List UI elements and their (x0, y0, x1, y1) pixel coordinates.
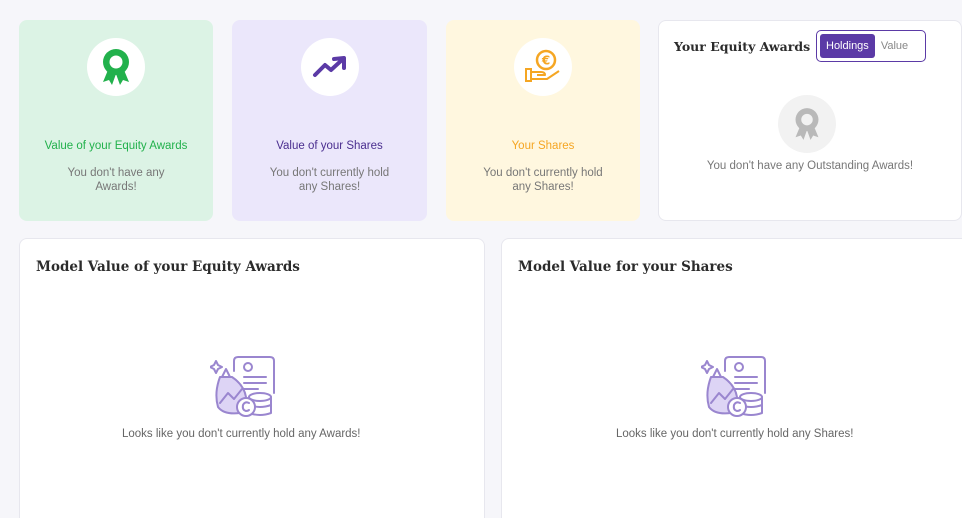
trending-up-icon (300, 38, 359, 96)
investment-illustration-icon (209, 353, 280, 421)
shares-value-card: Value of your Shares You don't currently… (232, 20, 427, 221)
value-toggle-option[interactable]: Value (875, 34, 914, 58)
panel-title: Model Value of your Equity Awards (36, 259, 300, 275)
holdings-toggle-option[interactable]: Holdings (820, 34, 875, 58)
card-title: Value of your Equity Awards (44, 140, 188, 152)
equity-awards-value-card: Value of your Equity Awards You don't ha… (19, 20, 213, 221)
panel-title: Your Equity Awards (674, 39, 811, 54)
card-subtitle: You don't currently hold any Shares! (483, 167, 603, 193)
card-subtitle: You don't have any Awards! (67, 167, 165, 193)
svg-text:€: € (541, 54, 550, 68)
holdings-value-toggle[interactable]: Holdings Value (816, 30, 926, 62)
card-subtitle: You don't currently hold any Shares! (269, 167, 390, 193)
empty-state-message: Looks like you don't currently hold any … (122, 428, 361, 440)
your-equity-awards-panel: Your Equity Awards Holdings Value You do… (658, 20, 962, 221)
empty-state-message: Looks like you don't currently hold any … (616, 428, 854, 440)
model-value-awards-panel: Model Value of your Equity Awards Looks … (19, 238, 485, 518)
model-value-shares-panel: Model Value for your Shares Looks like y… (501, 238, 962, 518)
hand-euro-coin-icon: € (514, 38, 572, 96)
card-title: Your Shares (511, 140, 575, 152)
empty-state-message: You don't have any Outstanding Awards! (706, 160, 914, 172)
ribbon-award-icon (87, 38, 145, 96)
your-shares-card: € Your Shares You don't currently hold a… (446, 20, 640, 221)
investment-illustration-icon (700, 353, 771, 421)
card-title: Value of your Shares (276, 140, 383, 152)
panel-title: Model Value for your Shares (518, 259, 733, 275)
ribbon-award-icon (778, 95, 836, 153)
